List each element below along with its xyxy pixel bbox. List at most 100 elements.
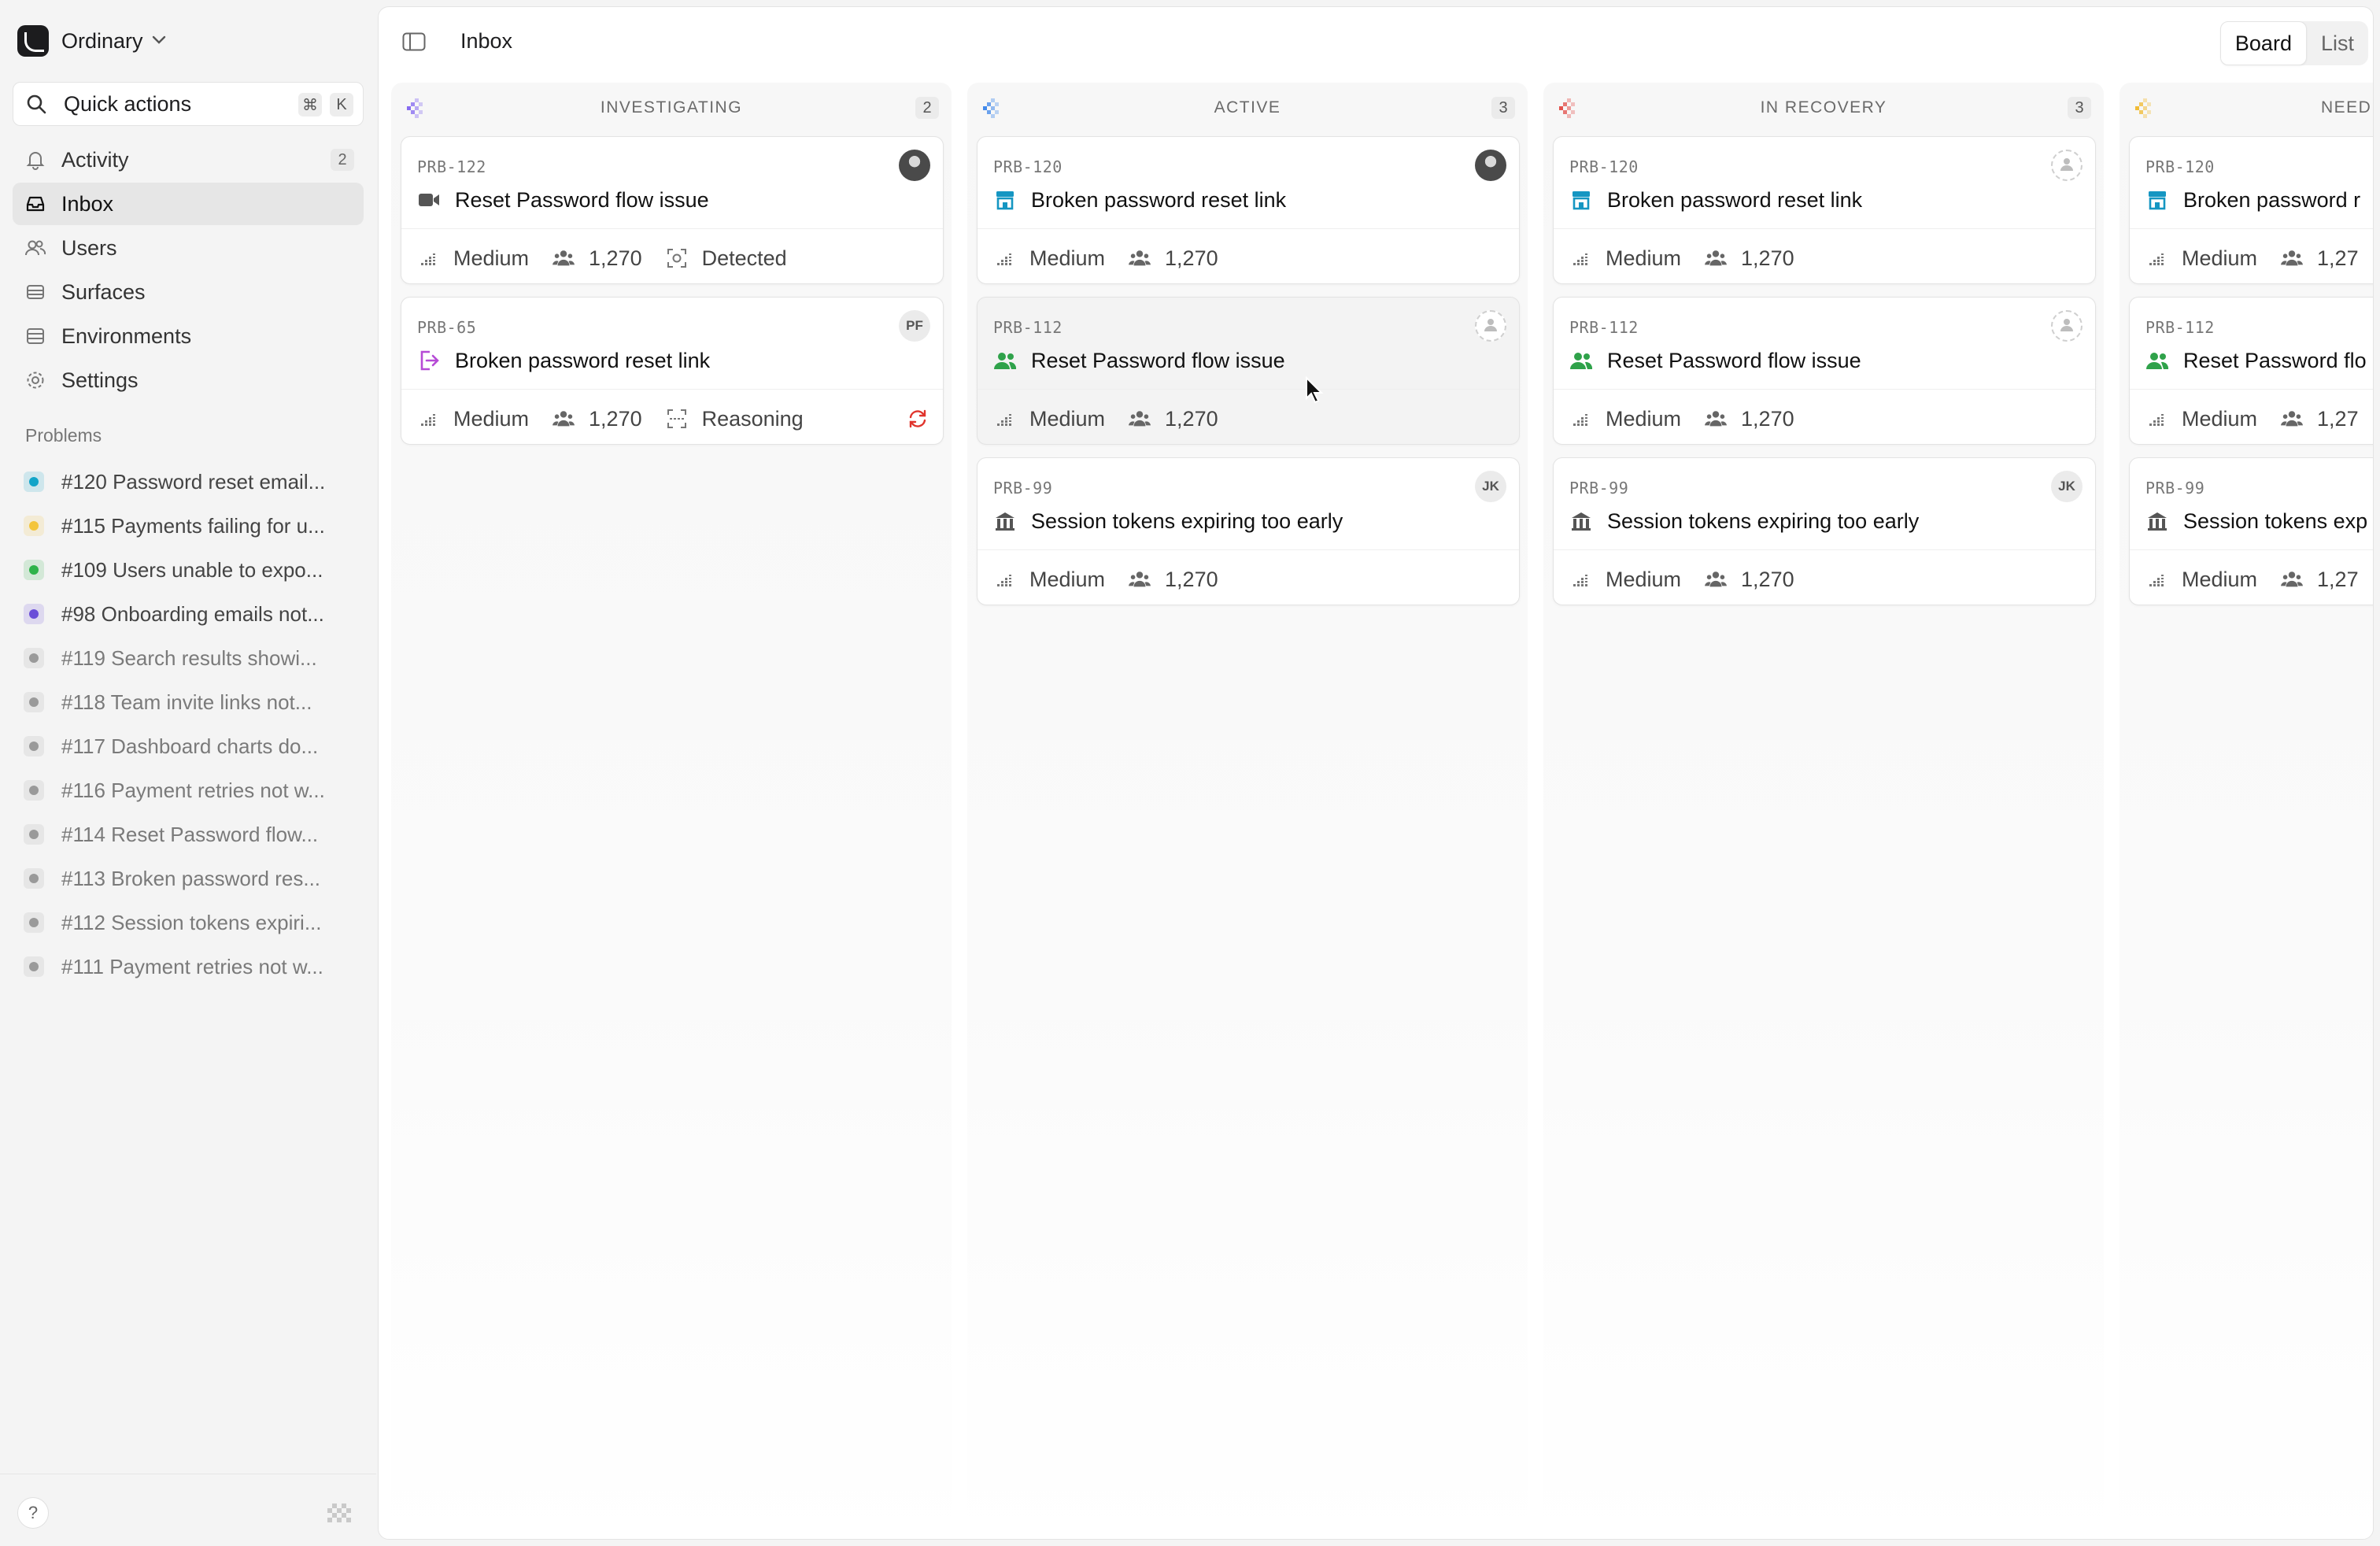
card-divider xyxy=(1554,389,2095,390)
problem-label: #115 Payments failing for u... xyxy=(61,513,325,538)
problem-item[interactable]: #118 Team invite links not... xyxy=(13,680,364,724)
card-severity: Medium xyxy=(1606,567,1682,591)
quick-actions-button[interactable]: Quick actions ⌘ K xyxy=(13,82,364,126)
assignee-avatar[interactable] xyxy=(899,150,930,181)
card-severity: Medium xyxy=(1029,406,1106,431)
card-meta: Medium 1,270 xyxy=(1569,405,1818,433)
problems-section-title: Problems xyxy=(25,425,102,446)
sidebar-item-inbox[interactable]: Inbox xyxy=(13,183,364,225)
card-title: Broken password reset link xyxy=(455,348,711,372)
column-status-icon xyxy=(2134,98,2154,119)
problem-label: #113 Broken password res... xyxy=(61,866,321,890)
problem-type-icon xyxy=(24,560,44,580)
workspace-name: Ordinary xyxy=(61,28,143,53)
refresh-icon[interactable] xyxy=(907,408,929,430)
problem-card[interactable]: PRB-120 Broken password reset link Mediu… xyxy=(1553,136,2096,284)
person-placeholder-icon xyxy=(2058,155,2075,176)
board-column-investigating: INVESTIGATING 2 PRB-122 Reset Password f… xyxy=(391,83,952,1539)
unassigned-avatar[interactable] xyxy=(2051,310,2082,342)
problem-item[interactable]: #120 Password reset email... xyxy=(13,460,364,504)
problem-item[interactable]: #109 Users unable to expo... xyxy=(13,548,364,592)
problem-item[interactable]: #111 Payment retries not w... xyxy=(13,945,364,989)
problem-type-icon xyxy=(24,604,44,624)
problem-card[interactable]: PRB-65 PF Broken password reset link Med… xyxy=(401,297,944,445)
problem-type-icon xyxy=(24,472,44,492)
card-title-row: Broken password reset link xyxy=(417,346,710,375)
card-id: PRB-112 xyxy=(2145,318,2215,337)
card-status: Detected xyxy=(701,246,787,270)
column-header: NEED xyxy=(2119,83,2373,130)
sidebar-item-environments[interactable]: Environments xyxy=(13,315,364,357)
sidebar-item-label: Activity xyxy=(61,147,129,172)
card-meta: Medium 1,27 xyxy=(2145,565,2373,594)
card-title-row: Reset Password flo xyxy=(2145,346,2367,375)
problem-card[interactable]: PRB-122 Reset Password flow issue Medium… xyxy=(401,136,944,284)
card-id: PRB-120 xyxy=(1569,157,1639,176)
problem-type-icon xyxy=(24,516,44,536)
problem-type-icon xyxy=(24,692,44,712)
card-title-row: Reset Password flow issue xyxy=(1569,346,1861,375)
sidebar: Ordinary Quick actions ⌘ K Activity 2 In… xyxy=(0,0,376,1546)
workspace-switcher[interactable]: Ordinary xyxy=(17,24,167,58)
problem-label: #112 Session tokens expiri... xyxy=(61,910,322,934)
problem-item[interactable]: #115 Payments failing for u... xyxy=(13,504,364,548)
card-severity: Medium xyxy=(2182,567,2258,591)
problem-label: #118 Team invite links not... xyxy=(61,690,312,714)
person-placeholder-icon xyxy=(2058,316,2075,337)
problem-card[interactable]: PRB-99 JK Session tokens expiring too ea… xyxy=(977,457,1520,605)
problem-card[interactable]: PRB-99 JK Session tokens expiring too ea… xyxy=(1553,457,2096,605)
problem-type-icon xyxy=(24,956,44,977)
sidebar-item-label: Inbox xyxy=(61,191,114,216)
problem-item[interactable]: #98 Onboarding emails not... xyxy=(13,592,364,636)
brand-logo-icon xyxy=(324,1497,356,1529)
assignee-avatar[interactable]: PF xyxy=(899,310,930,342)
problem-item[interactable]: #112 Session tokens expiri... xyxy=(13,901,364,945)
card-title-row: Reset Password flow issue xyxy=(417,186,709,214)
problem-card[interactable]: PRB-112 Reset Password flow issue Medium… xyxy=(1553,297,2096,445)
problem-item[interactable]: #117 Dashboard charts do... xyxy=(13,724,364,768)
problem-type-icon xyxy=(24,912,44,933)
problem-card[interactable]: PRB-112 Reset Password flo Medium 1,27 xyxy=(2129,297,2373,445)
store-icon xyxy=(993,188,1017,212)
shortcut-cmd-key: ⌘ xyxy=(298,93,322,117)
card-title: Reset Password flow issue xyxy=(1607,348,1861,372)
card-severity: Medium xyxy=(2182,246,2258,270)
card-divider xyxy=(401,389,943,390)
assignee-avatar[interactable]: JK xyxy=(1475,471,1506,502)
assignee-avatar[interactable]: JK xyxy=(2051,471,2082,502)
sidebar-item-settings[interactable]: Settings xyxy=(13,359,364,401)
card-divider xyxy=(1554,549,2095,550)
card-title: Broken password reset link xyxy=(1607,187,1863,212)
list-view-button[interactable]: List xyxy=(2307,21,2368,65)
column-count-badge: 3 xyxy=(1491,97,1515,119)
board-view-button[interactable]: Board xyxy=(2219,21,2307,65)
card-affected-users: 1,27 xyxy=(2317,406,2359,431)
problem-item[interactable]: #116 Payment retries not w... xyxy=(13,768,364,812)
problem-card[interactable]: PRB-112 Reset Password flow issue Medium… xyxy=(977,297,1520,445)
card-title: Reset Password flow issue xyxy=(455,187,709,212)
store-icon xyxy=(1569,188,1593,212)
severity-icon xyxy=(417,247,439,269)
users-count-icon xyxy=(552,247,575,269)
sidebar-item-users[interactable]: Users xyxy=(13,227,364,269)
problem-card[interactable]: PRB-99 Session tokens exp Medium 1,27 xyxy=(2129,457,2373,605)
problem-item[interactable]: #113 Broken password res... xyxy=(13,856,364,901)
help-button[interactable]: ? xyxy=(17,1497,49,1529)
problem-item[interactable]: #114 Reset Password flow... xyxy=(13,812,364,856)
assignee-avatar[interactable] xyxy=(1475,150,1506,181)
top-bar: Inbox Board List xyxy=(379,7,2373,76)
card-severity: Medium xyxy=(453,406,530,431)
sidebar-item-surfaces[interactable]: Surfaces xyxy=(13,271,364,313)
problem-item[interactable]: #119 Search results showi... xyxy=(13,636,364,680)
problem-card[interactable]: PRB-120 Broken password r Medium 1,27 xyxy=(2129,136,2373,284)
unassigned-avatar[interactable] xyxy=(1475,310,1506,342)
card-affected-users: 1,270 xyxy=(1741,406,1794,431)
sidebar-item-activity[interactable]: Activity 2 xyxy=(13,139,364,181)
layers-icon xyxy=(24,280,47,304)
problem-card[interactable]: PRB-120 Broken password reset link Mediu… xyxy=(977,136,1520,284)
sidebar-toggle-icon[interactable] xyxy=(402,32,426,51)
unassigned-avatar[interactable] xyxy=(2051,150,2082,181)
users-count-icon xyxy=(1705,408,1728,430)
board-column-active: ACTIVE 3 PRB-120 Broken password reset l… xyxy=(967,83,1528,1539)
card-meta: Medium 1,27 xyxy=(2145,405,2373,433)
